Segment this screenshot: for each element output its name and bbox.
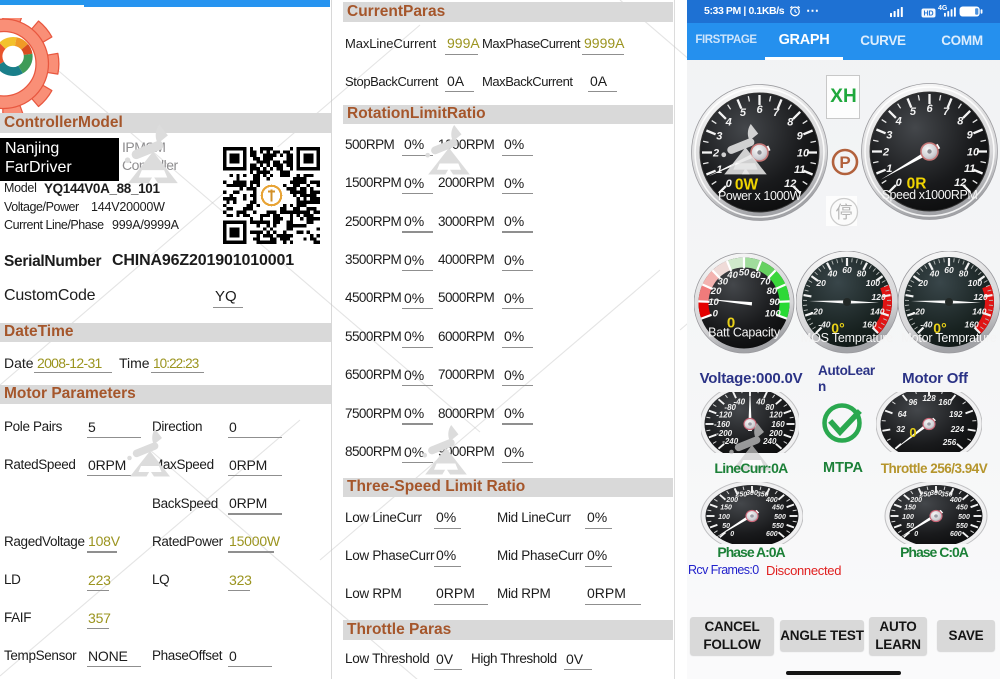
svg-text:400: 400: [765, 497, 778, 504]
svg-text:90: 90: [769, 297, 780, 308]
svg-text:140: 140: [870, 307, 884, 317]
svg-text:550: 550: [956, 523, 968, 530]
svg-text:500: 500: [774, 514, 786, 521]
svg-text:160: 160: [863, 319, 877, 329]
svg-text:128: 128: [922, 394, 936, 403]
svg-text:11: 11: [794, 164, 805, 176]
svg-text:120: 120: [769, 411, 783, 420]
svg-text:450: 450: [955, 505, 968, 512]
svg-text:120: 120: [872, 292, 886, 302]
svg-text:-40: -40: [818, 319, 831, 329]
svg-text:Batt Capacity: Batt Capacity: [708, 326, 781, 340]
svg-text:9: 9: [797, 131, 804, 143]
svg-text:40: 40: [755, 398, 765, 407]
svg-text:0: 0: [909, 425, 916, 440]
svg-text:10: 10: [967, 146, 980, 158]
svg-text:400: 400: [949, 497, 962, 504]
svg-text:60: 60: [944, 265, 954, 275]
svg-text:-40: -40: [734, 398, 746, 407]
svg-text:100: 100: [902, 514, 914, 521]
svg-text:96: 96: [908, 398, 917, 407]
svg-text:160: 160: [965, 319, 979, 329]
svg-text:120: 120: [974, 292, 988, 302]
svg-text:500: 500: [958, 514, 970, 521]
svg-text:150: 150: [720, 505, 732, 512]
svg-text:6: 6: [756, 104, 763, 116]
svg-text:550: 550: [772, 523, 784, 530]
svg-text:40: 40: [929, 268, 940, 278]
svg-text:50: 50: [739, 268, 750, 279]
svg-text:100: 100: [968, 278, 982, 288]
svg-text:224: 224: [950, 425, 965, 434]
svg-text:P: P: [839, 153, 850, 172]
svg-text:64: 64: [898, 410, 907, 419]
svg-text:100: 100: [765, 309, 782, 320]
svg-text:20: 20: [710, 286, 722, 297]
svg-text:10: 10: [797, 147, 810, 159]
svg-text:20: 20: [815, 278, 826, 288]
svg-text:600: 600: [950, 531, 962, 538]
svg-text:7: 7: [943, 106, 950, 118]
svg-text:2: 2: [882, 146, 889, 158]
svg-text:256: 256: [942, 438, 957, 447]
svg-text:9: 9: [967, 130, 974, 142]
svg-text:8: 8: [787, 117, 794, 129]
svg-text:5: 5: [740, 107, 747, 119]
svg-text:60: 60: [842, 265, 852, 275]
svg-text:3: 3: [886, 130, 892, 142]
svg-text:192: 192: [949, 410, 963, 419]
svg-text:-20: -20: [912, 307, 925, 317]
svg-text:4: 4: [895, 116, 902, 128]
svg-text:8: 8: [957, 116, 964, 128]
svg-text:100: 100: [866, 278, 880, 288]
svg-text:MOS Temprature: MOS Temprature: [801, 331, 893, 345]
svg-text:80: 80: [767, 286, 778, 297]
svg-text:停: 停: [836, 203, 853, 222]
svg-text:20: 20: [917, 278, 928, 288]
svg-text:32: 32: [896, 425, 905, 434]
svg-text:100: 100: [718, 514, 730, 521]
svg-text:7: 7: [773, 107, 780, 119]
svg-text:140: 140: [972, 307, 986, 317]
svg-text:450: 450: [771, 505, 784, 512]
svg-text:10: 10: [708, 297, 719, 308]
svg-text:0: 0: [730, 531, 734, 538]
svg-text:80: 80: [857, 268, 867, 278]
svg-text:0: 0: [914, 531, 918, 538]
svg-text:Power x 1000W: Power x 1000W: [718, 189, 802, 203]
svg-text:Motor Temprature: Motor Temprature: [901, 331, 996, 345]
svg-text:40: 40: [827, 268, 838, 278]
svg-text:-120: -120: [716, 411, 733, 420]
svg-text:40: 40: [726, 270, 738, 281]
svg-text:11: 11: [964, 163, 975, 175]
svg-text:-40: -40: [920, 319, 933, 329]
svg-text:160: 160: [938, 398, 952, 407]
svg-text:600: 600: [766, 531, 778, 538]
svg-text:-20: -20: [810, 307, 823, 317]
svg-text:Speed x1000RPM: Speed x1000RPM: [882, 188, 978, 202]
svg-text:0: 0: [713, 309, 719, 320]
svg-text:6: 6: [926, 103, 933, 115]
svg-text:150: 150: [904, 505, 916, 512]
svg-text:5: 5: [910, 106, 917, 118]
svg-text:80: 80: [959, 268, 969, 278]
svg-text:HD: HD: [923, 10, 933, 17]
